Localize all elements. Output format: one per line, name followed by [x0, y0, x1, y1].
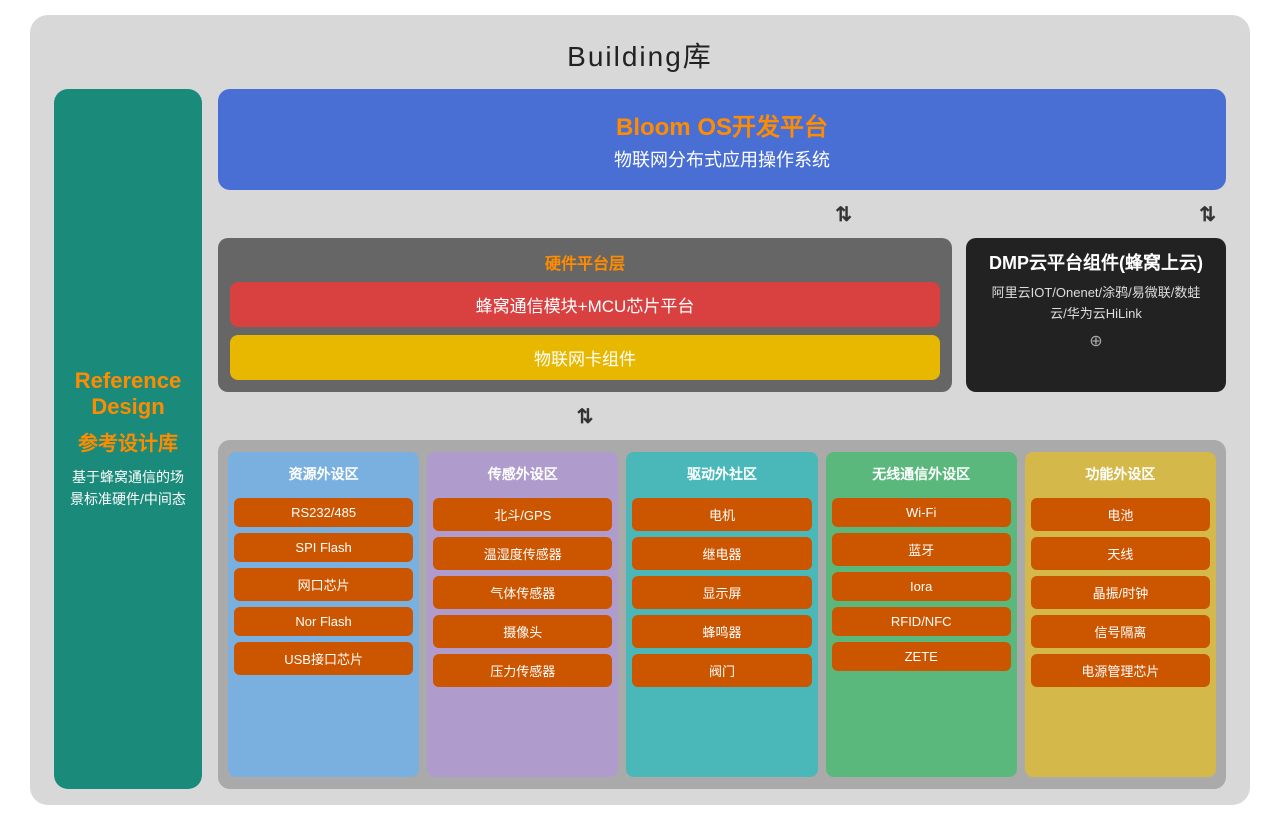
item-rs232: RS232/485 — [234, 498, 413, 527]
col-drivers-header: 驱动外社区 — [632, 460, 811, 488]
col-wireless: 无线通信外设区 Wi-Fi 蓝牙 Iora RFID/NFC ZETE — [826, 452, 1017, 777]
arrow-center-mid: ⇅ — [577, 404, 594, 429]
bloom-os-subtitle: 物联网分布式应用操作系统 — [238, 146, 1206, 172]
item-nic: 网口芯片 — [234, 568, 413, 601]
main-layout: Reference Design 参考设计库 基于蜂窝通信的场景标准硬件/中间态… — [54, 89, 1226, 789]
arrow-right-top: ⇅ — [1199, 202, 1216, 227]
hardware-row1: 蜂窝通信模块+MCU芯片平台 — [230, 282, 940, 327]
arrows-middle: ⇅ — [218, 404, 1226, 428]
item-camera: 摄像头 — [433, 615, 612, 648]
item-crystal: 晶振/时钟 — [1031, 576, 1210, 609]
item-usb: USB接口芯片 — [234, 642, 413, 675]
right-content: Bloom OS开发平台 物联网分布式应用操作系统 ⇅ ⇅ 硬件平台层 蜂窝通信… — [218, 89, 1226, 789]
col-functions-header: 功能外设区 — [1031, 460, 1210, 488]
middle-row: 硬件平台层 蜂窝通信模块+MCU芯片平台 物联网卡组件 DMP云平台组件(蜂窝上… — [218, 238, 1226, 392]
col-functions: 功能外设区 电池 天线 晶振/时钟 信号隔离 电源管理芯片 — [1025, 452, 1216, 777]
col-drivers: 驱动外社区 电机 继电器 显示屏 蜂鸣器 阀门 — [626, 452, 817, 777]
item-pressure: 压力传感器 — [433, 654, 612, 687]
dmp-title: DMP云平台组件(蜂窝上云) — [984, 252, 1208, 275]
item-rfid: RFID/NFC — [832, 607, 1011, 636]
item-antenna: 天线 — [1031, 537, 1210, 570]
arrow-center-top: ⇅ — [835, 202, 852, 227]
item-wifi: Wi-Fi — [832, 498, 1011, 527]
bloom-os-title: Bloom OS开发平台 — [238, 107, 1206, 142]
item-isolation: 信号隔离 — [1031, 615, 1210, 648]
peripherals-section: 资源外设区 RS232/485 SPI Flash 网口芯片 Nor Flash… — [218, 440, 1226, 789]
sidebar-desc: 基于蜂窝通信的场景标准硬件/中间态 — [68, 466, 188, 511]
item-buzzer: 蜂鸣器 — [632, 615, 811, 648]
item-display: 显示屏 — [632, 576, 811, 609]
item-gas: 气体传感器 — [433, 576, 612, 609]
col-resources: 资源外设区 RS232/485 SPI Flash 网口芯片 Nor Flash… — [228, 452, 419, 777]
item-spi-flash: SPI Flash — [234, 533, 413, 562]
item-motor: 电机 — [632, 498, 811, 531]
item-battery: 电池 — [1031, 498, 1210, 531]
item-gps: 北斗/GPS — [433, 498, 612, 531]
item-power-mgmt: 电源管理芯片 — [1031, 654, 1210, 687]
dmp-section: DMP云平台组件(蜂窝上云) 阿里云IOT/Onenet/涂鸦/易微联/数蛙云/… — [966, 238, 1226, 392]
col-wireless-header: 无线通信外设区 — [832, 460, 1011, 488]
hardware-section: 硬件平台层 蜂窝通信模块+MCU芯片平台 物联网卡组件 — [218, 238, 952, 392]
item-zete: ZETE — [832, 642, 1011, 671]
col-resources-header: 资源外设区 — [234, 460, 413, 488]
hardware-row2: 物联网卡组件 — [230, 335, 940, 380]
dmp-plus: ⊕ — [984, 331, 1208, 351]
item-temp-humid: 温湿度传感器 — [433, 537, 612, 570]
peripherals-grid: 资源外设区 RS232/485 SPI Flash 网口芯片 Nor Flash… — [228, 452, 1216, 777]
bloom-os-box: Bloom OS开发平台 物联网分布式应用操作系统 — [218, 89, 1226, 190]
page-title: Building库 — [54, 35, 1226, 75]
col-sensors-header: 传感外设区 — [433, 460, 612, 488]
arrows-top: ⇅ ⇅ — [218, 202, 1226, 226]
outer-container: Building库 Reference Design 参考设计库 基于蜂窝通信的… — [30, 15, 1250, 805]
item-valve: 阀门 — [632, 654, 811, 687]
item-nor-flash: Nor Flash — [234, 607, 413, 636]
left-sidebar: Reference Design 参考设计库 基于蜂窝通信的场景标准硬件/中间态 — [54, 89, 202, 789]
col-sensors: 传感外设区 北斗/GPS 温湿度传感器 气体传感器 摄像头 压力传感器 — [427, 452, 618, 777]
dmp-subtitle: 阿里云IOT/Onenet/涂鸦/易微联/数蛙云/华为云HiLink — [984, 283, 1208, 325]
sidebar-title-en: Reference Design — [75, 368, 181, 421]
sidebar-title-cn: 参考设计库 — [78, 427, 178, 456]
item-bt: 蓝牙 — [832, 533, 1011, 566]
item-relay: 继电器 — [632, 537, 811, 570]
hardware-title: 硬件平台层 — [230, 250, 940, 274]
item-lora: Iora — [832, 572, 1011, 601]
